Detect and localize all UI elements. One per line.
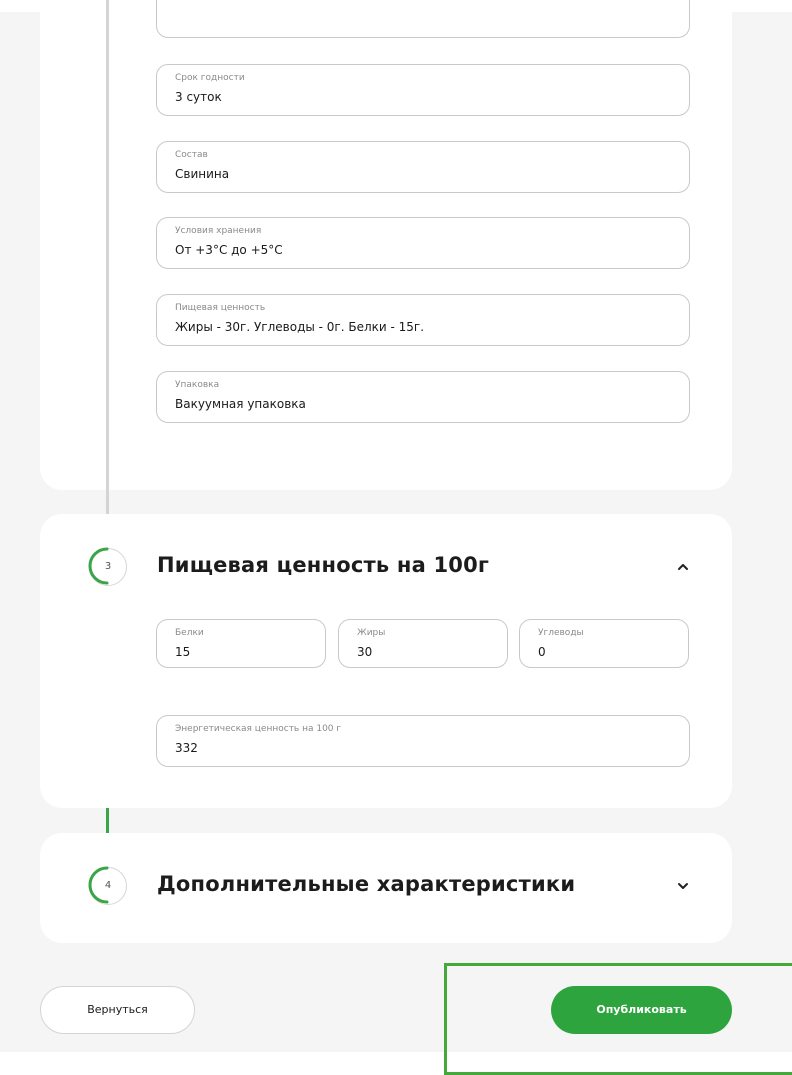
section-title-nutrition: Пищевая ценность на 100г [157, 553, 490, 577]
field-label: Состав [175, 150, 208, 160]
field-label: Белки [175, 628, 204, 638]
field-value: Жиры - 30г. Углеводы - 0г. Белки - 15г. [175, 320, 425, 334]
publish-highlight-frame [444, 963, 792, 1075]
field-label: Условия хранения [175, 226, 262, 236]
field-label: Жиры [357, 628, 386, 638]
step-number-3: 3 [88, 547, 127, 586]
field-value: 15 [175, 645, 191, 659]
field-energy-value[interactable]: Энергетическая ценность на 100 г 332 [156, 715, 690, 767]
field-composition[interactable]: Состав Свинина [156, 141, 690, 193]
chevron-down-icon[interactable] [676, 879, 690, 893]
field-proteins[interactable]: Белки 15 [156, 619, 326, 668]
field-value: Свинина [175, 167, 230, 181]
field-value: От +3°С до +5°С [175, 243, 283, 257]
section-title-additional: Дополнительные характеристики [157, 872, 576, 896]
field-label: Упаковка [175, 380, 220, 390]
back-button[interactable]: Вернуться [40, 986, 195, 1034]
field-fats[interactable]: Жиры 30 [338, 619, 508, 668]
field-label: Пищевая ценность [175, 303, 266, 313]
step-number-label: 3 [104, 561, 112, 572]
field-value: 0 [538, 645, 546, 659]
step-number-4: 4 [88, 866, 127, 905]
field-carbohydrates[interactable]: Углеводы 0 [519, 619, 689, 668]
field-nutritional-value[interactable]: Пищевая ценность Жиры - 30г. Углеводы - … [156, 294, 690, 346]
field-value: 332 [175, 741, 198, 755]
field-packaging[interactable]: Упаковка Вакуумная упаковка [156, 371, 690, 423]
field-storage-conditions[interactable]: Условия хранения От +3°С до +5°С [156, 217, 690, 269]
step-progress-line [106, 0, 109, 566]
step-number-label: 4 [104, 880, 112, 891]
field-shelf-life[interactable]: Срок годности 3 суток [156, 64, 690, 116]
field-value: Вакуумная упаковка [175, 397, 306, 411]
field-label: Срок годности [175, 73, 245, 83]
field-unlabeled[interactable] [156, 0, 690, 38]
field-label: Энергетическая ценность на 100 г [175, 724, 342, 734]
chevron-up-icon[interactable] [676, 560, 690, 574]
field-value: 3 суток [175, 90, 222, 104]
field-value: 30 [357, 645, 373, 659]
field-label: Углеводы [538, 628, 584, 638]
